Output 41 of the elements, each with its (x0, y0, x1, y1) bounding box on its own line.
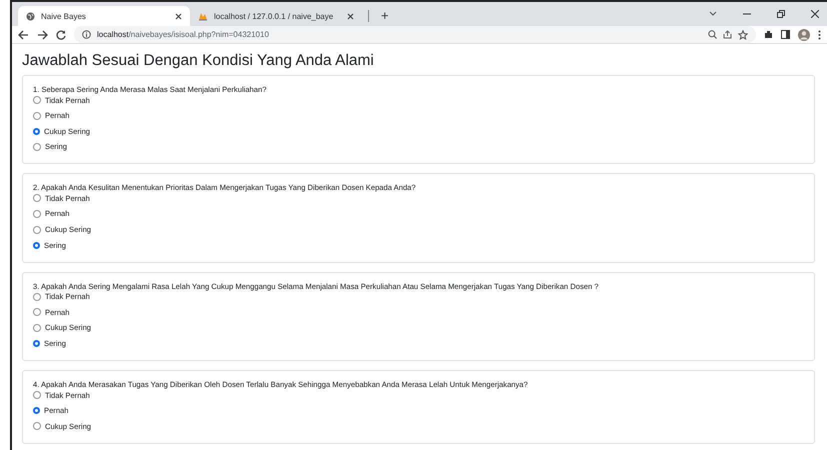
url-path: /naivebayes/isisoal.php?nim=04321010 (128, 30, 269, 39)
chevron-down-icon[interactable] (709, 11, 717, 17)
radio-button[interactable] (33, 194, 41, 202)
restore-icon[interactable] (777, 10, 785, 18)
radio-button[interactable] (33, 422, 41, 430)
browser-tab[interactable]: localhost / 127.0.0.1 / naive_baye (190, 6, 362, 26)
radio-button[interactable] (33, 407, 40, 414)
radio-button[interactable] (33, 292, 41, 301)
radio-button[interactable] (33, 324, 41, 332)
minimize-icon[interactable] (743, 13, 751, 15)
radio-button[interactable] (33, 112, 41, 120)
url-host: localhost (97, 30, 129, 39)
radio-button[interactable] (33, 340, 40, 348)
close-icon[interactable] (175, 12, 182, 20)
radio-button[interactable] (33, 226, 41, 234)
globe-icon (26, 12, 35, 20)
zoom-icon[interactable] (708, 30, 717, 39)
menu-icon[interactable] (818, 30, 821, 40)
close-icon[interactable] (811, 10, 819, 18)
avatar-icon[interactable] (798, 28, 810, 40)
tab-title: localhost / 127.0.0.1 / naive_baye (214, 12, 334, 20)
new-tab-button[interactable]: + (375, 8, 395, 26)
browser-tab[interactable]: Naive Bayes (18, 6, 190, 26)
radio-button[interactable] (33, 210, 41, 218)
star-icon[interactable] (738, 30, 748, 40)
forward-arrow-icon[interactable] (37, 30, 48, 40)
radio-button[interactable] (33, 391, 41, 400)
address-bar[interactable]: localhost/naivebayes/isisoal.php?nim=04321010 (74, 26, 756, 43)
close-icon[interactable] (347, 12, 354, 20)
tab-title: Naive Bayes (41, 12, 87, 20)
share-icon[interactable] (723, 30, 732, 39)
back-arrow-icon[interactable] (18, 30, 29, 40)
side-panel-icon[interactable] (781, 30, 790, 39)
radio-button[interactable] (33, 242, 40, 249)
radio-button[interactable] (33, 96, 41, 104)
radio-button[interactable] (33, 128, 40, 135)
radio-button[interactable] (33, 308, 41, 316)
reload-icon[interactable] (56, 30, 66, 40)
info-icon (82, 30, 91, 39)
radio-button[interactable] (33, 142, 41, 151)
page-heading: Jawablah Sesuai Dengan Kondisi Yang Anda Alami (22, 52, 375, 70)
